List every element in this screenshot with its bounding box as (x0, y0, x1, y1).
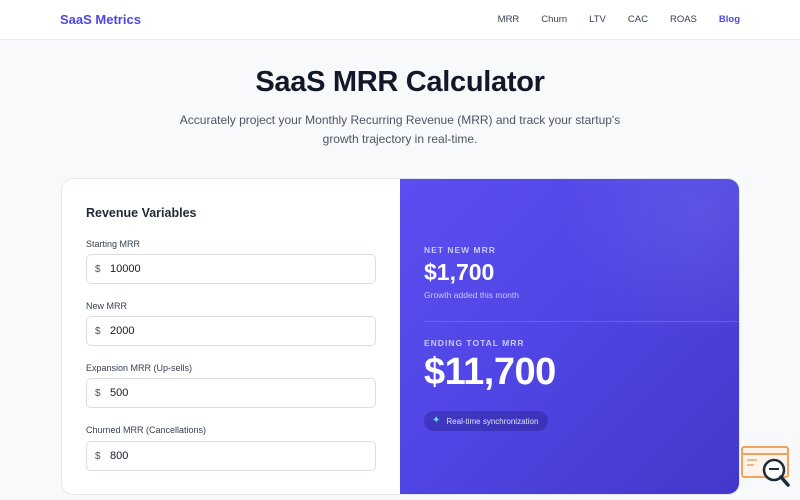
currency-symbol: $ (95, 387, 101, 399)
nav-link-churn[interactable]: Churn (541, 14, 567, 25)
main-nav: MRR Churn LTV CAC ROAS Blog (498, 14, 740, 25)
currency-symbol: $ (95, 450, 101, 462)
panel-title: Revenue Variables (86, 206, 197, 220)
starting-mrr-field[interactable]: $ (86, 254, 376, 284)
churned-mrr-field[interactable]: $ (86, 441, 376, 471)
nav-link-mrr[interactable]: MRR (498, 14, 520, 25)
nav-link-cac[interactable]: CAC (628, 14, 648, 25)
sparkle-icon: ✦ (432, 415, 441, 426)
currency-symbol: $ (95, 263, 101, 275)
expansion-mrr-input[interactable] (107, 387, 357, 399)
new-mrr-field[interactable]: $ (86, 316, 376, 346)
starting-mrr-label: Starting MRR (86, 239, 141, 249)
new-mrr-input[interactable] (107, 325, 357, 337)
calculator-card: Revenue Variables Starting MRR $ New MRR… (61, 178, 740, 495)
revenue-variables-panel: Revenue Variables Starting MRR $ New MRR… (62, 179, 400, 494)
net-new-mrr-value: $1,700 (424, 259, 495, 285)
sync-status-badge: ✦ Real-time synchronization (424, 411, 549, 431)
nav-link-ltv[interactable]: LTV (589, 14, 606, 25)
new-mrr-label: New MRR (86, 301, 128, 311)
sync-status-text: Real-time synchronization (446, 416, 539, 426)
ending-total-mrr-value: $11,700 (424, 351, 556, 393)
nav-link-blog[interactable]: Blog (719, 14, 740, 25)
expansion-mrr-field[interactable]: $ (86, 378, 376, 408)
expansion-mrr-label: Expansion MRR (Up-sells) (86, 363, 193, 373)
net-new-mrr-caption: Growth added this month (424, 290, 519, 300)
churned-mrr-input[interactable] (107, 450, 357, 462)
page-subtitle: Accurately project your Monthly Recurrin… (179, 113, 621, 146)
results-panel: NET NEW MRR $1,700 Growth added this mon… (400, 179, 739, 494)
search-widget-icon[interactable] (741, 445, 791, 489)
brand-logo-text[interactable]: SaaS Metrics (60, 12, 141, 27)
results-divider (424, 321, 739, 322)
page-title: SaaS MRR Calculator (255, 66, 545, 98)
net-new-mrr-label: NET NEW MRR (424, 245, 496, 255)
nav-link-roas[interactable]: ROAS (670, 14, 697, 25)
starting-mrr-input[interactable] (107, 263, 357, 275)
top-navigation-bar: SaaS Metrics MRR Churn LTV CAC ROAS Blog (0, 0, 800, 40)
currency-symbol: $ (95, 325, 101, 337)
ending-total-mrr-label: ENDING TOTAL MRR (424, 338, 525, 348)
panel-glow (539, 179, 739, 329)
churned-mrr-label: Churned MRR (Cancellations) (86, 425, 207, 435)
